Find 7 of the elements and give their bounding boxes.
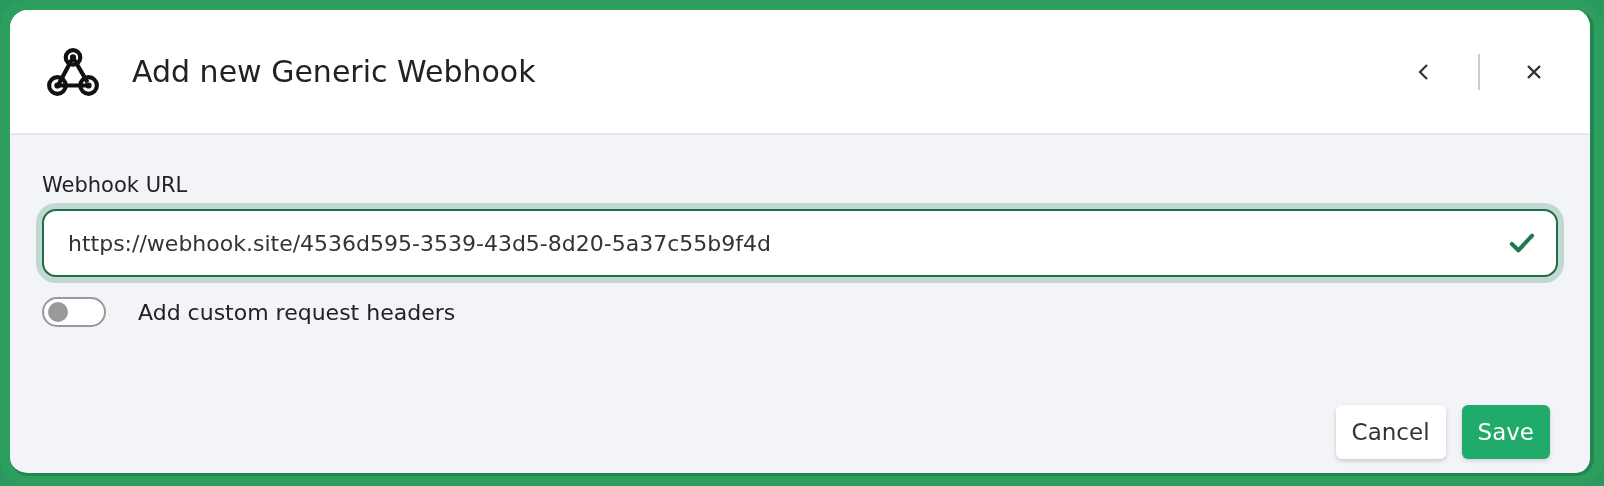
url-input-field[interactable]: https://webhook.site/4536d595-3539-43d5-8d20-5a37c55b9f4d [42,209,1558,277]
toggle-label: Add custom request headers [138,299,456,325]
dialog-title: Add new Generic Webhook [132,54,536,89]
cancel-button[interactable]: Cancel [1335,405,1446,459]
webhook-icon [46,45,100,98]
field-label: Webhook URL [42,173,189,197]
toggle-switch[interactable] [42,297,106,327]
